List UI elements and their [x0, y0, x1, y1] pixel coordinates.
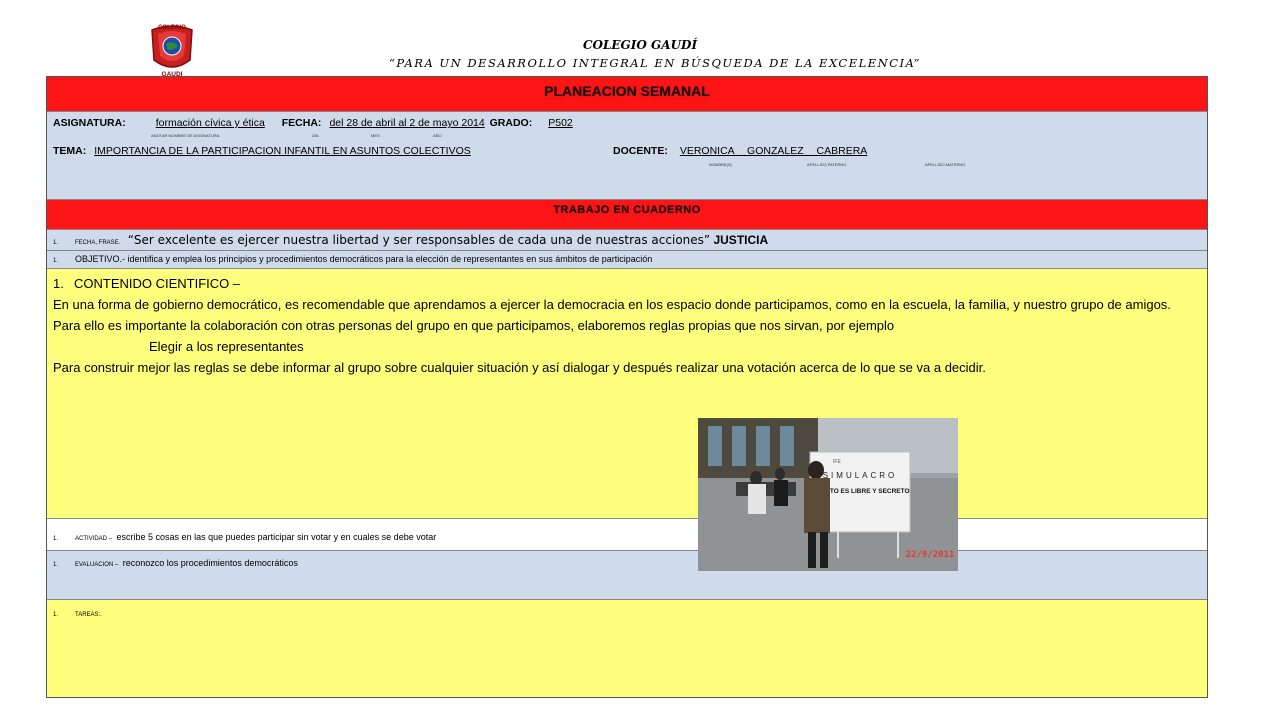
school-name: COLEGIO GAUDÍ	[582, 38, 698, 52]
contenido-block: 1. CONTENIDO CIENTIFICO – En una forma de…	[47, 269, 1207, 378]
logo-top-text: COLEGIO	[158, 25, 186, 31]
frase-valor: JUSTICIA	[713, 233, 769, 247]
photo-sign-line1: SIMULACRO	[823, 471, 898, 480]
sub-mes: MES	[371, 133, 380, 138]
contenido-number: 1.	[53, 276, 64, 291]
objetivo-number: 1.	[53, 258, 59, 264]
cuaderno-title-row: TRABAJO EN CUADERNO	[47, 200, 1207, 230]
actividad-label: ACTIVIDAD –	[75, 536, 113, 542]
fecha-value: del 28 de abril al 2 de mayo 2014	[329, 117, 485, 129]
fecha-frase-label: FECHA, FRASE.	[75, 240, 121, 246]
grado-label: GRADO:	[489, 117, 533, 129]
docente-line: DOCENTE: VERONICA GONZALEZ CABRERA	[613, 145, 917, 157]
actividad-text: escribe 5 cosas en las que puedes partic…	[116, 532, 437, 542]
objetivo-text: OBJETIVO.- identifica y emplea los princ…	[75, 254, 653, 264]
sub-anio: AÑO	[433, 133, 442, 138]
tareas-label: TAREAS:.	[75, 612, 102, 618]
sub-asignatura: ANOTAR NOMBRE DE ASIGNATURA	[151, 133, 220, 138]
asignatura-line: ASIGNATURA: formación cívica y ética FECH…	[53, 117, 595, 129]
plan-info-row: ASIGNATURA: formación cívica y ética FECH…	[47, 112, 1207, 200]
voting-photo: SIMULACRO EL VOTO ES LIBRE Y SECRETO IFE…	[698, 418, 958, 571]
sub-nombre: NOMBRE(S)	[709, 162, 732, 167]
contenido-p4: Para construir mejor las reglas se debe …	[53, 360, 986, 375]
contenido-p2: Para ello es importante la colaboración …	[53, 318, 895, 333]
item-number: 1.	[53, 240, 59, 246]
contenido-title: CONTENIDO CIENTIFICO –	[74, 276, 241, 291]
evaluacion-text: reconozco los procedimientos democrático…	[122, 558, 298, 568]
photo-ife-label: IFE	[833, 459, 841, 465]
cuaderno-title: TRABAJO EN CUADERNO	[553, 204, 701, 216]
sub-dia: DÍA	[312, 133, 319, 138]
sub-materno: APELLIDO MATERNO	[925, 162, 966, 167]
sub-paterno: APELLIDO PATERNO	[807, 162, 847, 167]
contenido-row: 1. CONTENIDO CIENTIFICO – En una forma de…	[47, 269, 1207, 519]
docente-value: VERONICA GONZALEZ CABRERA	[679, 145, 868, 157]
asignatura-value: formación cívica y ética	[155, 117, 265, 129]
frase-row: 1. FECHA, FRASE. “Ser excelente es ejerce…	[47, 230, 1207, 251]
frase-text: “Ser excelente es ejercer nuestra libert…	[127, 233, 711, 247]
plan-title-row: PLANEACION SEMANAL	[47, 77, 1207, 112]
evaluacion-label: EVALUACION –	[75, 562, 119, 568]
contenido-p1: En una forma de gobierno democrático, es…	[53, 297, 1171, 312]
actividad-row: 1. ACTIVIDAD – escribe 5 cosas en las que…	[47, 519, 1207, 551]
fecha-label: FECHA:	[281, 117, 322, 129]
tareas-number: 1.	[53, 612, 59, 618]
contenido-p3: Elegir a los representantes	[149, 339, 304, 354]
tema-label: TEMA:	[53, 145, 87, 157]
school-motto: “PARA UN DESARROLLO INTEGRAL EN BÚSQUEDA…	[388, 56, 922, 70]
tema-value: IMPORTANCIA DE LA PARTICIPACION INFANTIL…	[94, 145, 471, 157]
evaluacion-row: 1. EVALUACION – reconozco los procedimien…	[47, 551, 1207, 600]
planning-table: PLANEACION SEMANAL ASIGNATURA: formación …	[46, 76, 1208, 698]
docente-label: DOCENTE:	[613, 145, 668, 157]
objetivo-row: 1. OBJETIVO.- identifica y emplea los pri…	[47, 251, 1207, 269]
photo-date-stamp: 22/9/2011	[906, 550, 955, 560]
grado-value: P502	[548, 117, 573, 129]
tema-line: TEMA: IMPORTANCIA DE LA PARTICIPACION INF…	[53, 145, 471, 157]
evaluacion-number: 1.	[53, 562, 59, 568]
tareas-row: 1. TAREAS:.	[47, 600, 1207, 697]
contenido-title-line: 1. CONTENIDO CIENTIFICO –	[53, 273, 1199, 294]
plan-title: PLANEACION SEMANAL	[544, 83, 710, 99]
asignatura-label: ASIGNATURA:	[53, 117, 126, 129]
